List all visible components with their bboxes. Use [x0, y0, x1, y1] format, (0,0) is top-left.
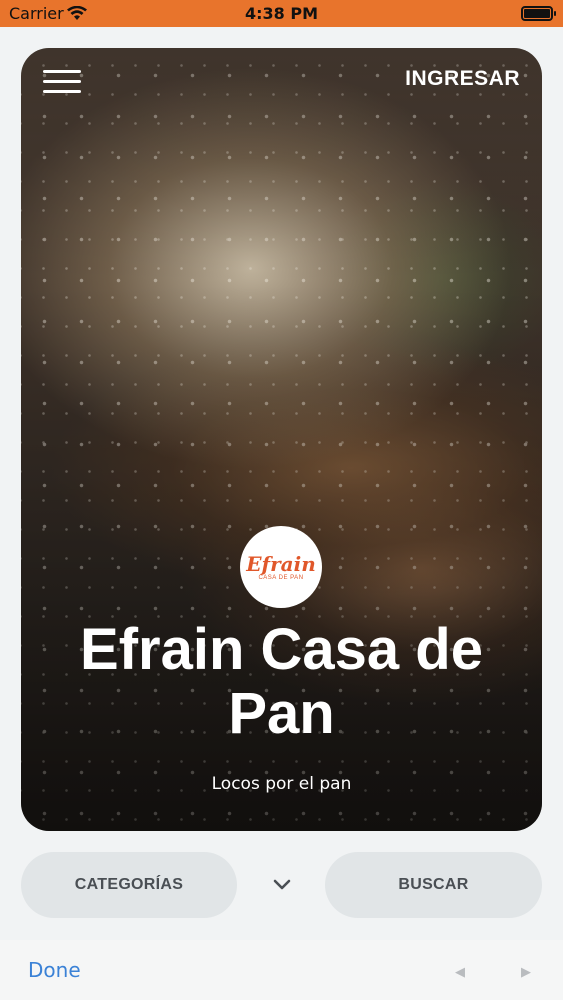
status-bar: Carrier 4:38 PM [0, 0, 563, 27]
next-field-icon[interactable]: ▶ [521, 964, 531, 980]
previous-field-icon[interactable]: ◀ [455, 964, 465, 980]
login-button[interactable]: INGRESAR [405, 67, 520, 91]
search-button[interactable]: BUSCAR [325, 852, 542, 918]
brand-logo: Efrain CASA DE PAN [240, 526, 322, 608]
logo-subtext: CASA DE PAN [258, 574, 304, 581]
page-subtitle: Locos por el pan [211, 774, 352, 794]
categories-button[interactable]: CATEGORÍAS [21, 852, 237, 918]
hamburger-menu-icon[interactable] [43, 68, 83, 96]
page-title: Efrain Casa de Pan [80, 617, 483, 746]
battery-icon [521, 6, 556, 21]
status-time: 4:38 PM [244, 4, 318, 23]
keyboard-accessory-bar: Done ◀ ▶ [0, 940, 563, 1000]
chevron-down-icon[interactable] [273, 878, 291, 892]
hero-banner: INGRESAR Efrain CASA DE PAN Efrain Casa … [21, 48, 542, 831]
done-button[interactable]: Done [28, 958, 81, 982]
logo-text: Efrain [246, 551, 316, 576]
